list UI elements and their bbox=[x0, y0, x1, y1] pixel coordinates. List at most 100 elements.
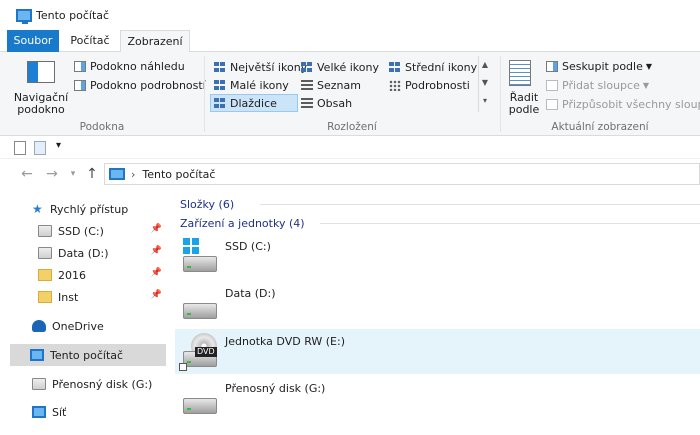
tab-file[interactable]: Soubor bbox=[7, 30, 59, 52]
add-columns-button[interactable]: Přidat sloupce ▼ bbox=[546, 77, 649, 93]
properties-icon[interactable] bbox=[14, 141, 26, 155]
nav-item-2016[interactable]: 2016 📌 bbox=[10, 264, 166, 286]
hard-drive-icon bbox=[183, 256, 217, 272]
large-icons-icon bbox=[301, 61, 313, 73]
details-pane-icon bbox=[74, 79, 86, 91]
dropdown-arrow-icon: ▼ bbox=[642, 80, 649, 90]
drive-tile-ssd[interactable]: SSD (C:) bbox=[175, 234, 700, 279]
cloud-icon bbox=[32, 320, 46, 332]
layout-small-icons[interactable]: Malé ikony bbox=[214, 77, 289, 93]
size-all-columns-button[interactable]: Přizpůsobit všechny sloupce bbox=[546, 96, 700, 112]
ribbon-tabs: Soubor Počítač Zobrazení bbox=[0, 30, 700, 53]
nav-label: Přenosný disk (G:) bbox=[52, 377, 153, 391]
pin-icon: 📌 bbox=[150, 246, 162, 256]
recent-locations-icon[interactable]: ▾ bbox=[64, 165, 82, 183]
navigation-pane-button[interactable]: Navigační podokno bbox=[8, 56, 74, 118]
navigation-pane-label: Navigační podokno bbox=[13, 91, 69, 116]
tab-computer[interactable]: Počítač bbox=[64, 30, 116, 52]
customize-toolbar-icon[interactable]: ▾ bbox=[56, 140, 61, 154]
computer-icon bbox=[16, 8, 32, 24]
expand-gallery-icon[interactable]: ▾ bbox=[479, 92, 491, 110]
drive-tile-dvd[interactable]: DVD Jednotka DVD RW (E:) bbox=[175, 329, 700, 374]
drive-tile-data[interactable]: Data (D:) bbox=[175, 281, 700, 326]
layout-medium-label: Střední ikony bbox=[405, 60, 478, 74]
computer-icon bbox=[109, 168, 125, 180]
ribbon: Navigační podokno Podokno náhledu Podokn… bbox=[0, 52, 700, 136]
preview-pane-label: Podokno náhledu bbox=[90, 59, 185, 73]
large-icons-icon bbox=[214, 61, 226, 73]
back-arrow-icon[interactable]: ← bbox=[18, 165, 36, 183]
folders-section-header[interactable]: Složky (6) bbox=[180, 196, 234, 212]
nav-item-quick-access[interactable]: ★ Rychlý přístup bbox=[10, 198, 166, 220]
group-by-label: Seskupit podle bbox=[562, 59, 643, 73]
group-by-icon bbox=[546, 60, 558, 72]
layout-gallery-scroll[interactable]: ▲ ▼ ▾ bbox=[478, 56, 491, 112]
title-bar: Tento počítač bbox=[0, 0, 700, 30]
autoplay-icon bbox=[179, 363, 187, 371]
drive-icon bbox=[38, 225, 52, 237]
drive-name: Přenosný disk (G:) bbox=[225, 382, 326, 395]
layout-details-label: Podrobnosti bbox=[405, 78, 470, 92]
section-divider bbox=[320, 223, 700, 224]
pin-icon: 📌 bbox=[150, 290, 162, 300]
up-arrow-icon[interactable]: ↑ bbox=[83, 165, 101, 183]
quick-access-toolbar: ▾ bbox=[0, 137, 700, 159]
current-view-group-label: Aktuální zobrazení bbox=[551, 121, 649, 133]
details-icon bbox=[389, 79, 401, 91]
devices-section-header[interactable]: Zařízení a jednotky (4) bbox=[180, 215, 305, 231]
nav-item-onedrive[interactable]: OneDrive bbox=[10, 315, 166, 337]
nav-label: 2016 bbox=[58, 268, 86, 282]
sort-by-button[interactable]: Řadit podle bbox=[503, 56, 541, 118]
section-divider bbox=[260, 204, 700, 205]
sort-icon bbox=[509, 60, 531, 86]
nav-label: Tento počítač bbox=[50, 348, 124, 362]
group-by-button[interactable]: Seskupit podle ▼ bbox=[546, 58, 652, 74]
medium-icons-icon bbox=[389, 61, 401, 73]
details-pane-button[interactable]: Podokno podrobností bbox=[74, 77, 206, 93]
small-icons-icon bbox=[214, 79, 226, 91]
address-bar[interactable]: › Tento počítač bbox=[104, 163, 700, 185]
nav-item-network[interactable]: Síť bbox=[10, 401, 166, 423]
layout-list-label: Seznam bbox=[317, 78, 361, 92]
drive-icon bbox=[32, 378, 46, 390]
computer-icon bbox=[30, 349, 44, 361]
layout-list[interactable]: Seznam bbox=[301, 77, 361, 93]
forward-arrow-icon[interactable]: → bbox=[43, 165, 61, 183]
layout-details[interactable]: Podrobnosti bbox=[389, 77, 470, 93]
breadcrumb-location[interactable]: Tento počítač bbox=[142, 168, 215, 181]
removable-drive-icon bbox=[183, 398, 217, 414]
nav-item-removable-disk[interactable]: Přenosný disk (G:) bbox=[10, 373, 166, 395]
dropdown-arrow-icon: ▼ bbox=[645, 61, 653, 71]
folder-icon bbox=[38, 291, 52, 303]
nav-label: Inst bbox=[58, 290, 79, 304]
nav-item-this-pc[interactable]: Tento počítač bbox=[10, 344, 166, 366]
nav-label: SSD (C:) bbox=[58, 224, 104, 238]
layout-medium-icons[interactable]: Střední ikony bbox=[389, 59, 477, 75]
nav-item-inst[interactable]: Inst 📌 bbox=[10, 286, 166, 308]
nav-label: Rychlý přístup bbox=[50, 202, 129, 216]
nav-item-ssd[interactable]: SSD (C:) 📌 bbox=[10, 220, 166, 242]
preview-pane-button[interactable]: Podokno náhledu bbox=[74, 58, 185, 74]
layout-extra-large-label: Největší ikony bbox=[230, 60, 308, 74]
layout-tiles[interactable]: Dlaždice bbox=[210, 94, 298, 112]
network-icon bbox=[32, 406, 46, 418]
tab-view[interactable]: Zobrazení bbox=[120, 30, 190, 53]
drive-tile-removable[interactable]: Přenosný disk (G:) bbox=[175, 376, 700, 421]
size-all-columns-label: Přizpůsobit všechny sloupce bbox=[562, 97, 700, 111]
add-columns-label: Přidat sloupce bbox=[562, 78, 640, 92]
star-icon: ★ bbox=[32, 202, 43, 216]
layout-large-icons[interactable]: Velké ikony bbox=[301, 59, 379, 75]
scroll-up-icon[interactable]: ▲ bbox=[479, 56, 491, 74]
breadcrumb-separator: › bbox=[131, 167, 136, 181]
layout-extra-large-icons[interactable]: Největší ikony bbox=[214, 59, 307, 75]
layout-tiles-label: Dlaždice bbox=[230, 96, 277, 110]
navigation-pane-icon bbox=[27, 61, 55, 83]
scroll-down-icon[interactable]: ▼ bbox=[479, 74, 491, 92]
nav-item-data[interactable]: Data (D:) 📌 bbox=[10, 242, 166, 264]
layout-content[interactable]: Obsah bbox=[301, 95, 352, 111]
preview-pane-icon bbox=[74, 60, 86, 72]
new-folder-icon[interactable] bbox=[34, 141, 46, 155]
drive-icon bbox=[38, 247, 52, 259]
layout-content-label: Obsah bbox=[317, 96, 353, 110]
window-title: Tento počítač bbox=[36, 8, 110, 22]
